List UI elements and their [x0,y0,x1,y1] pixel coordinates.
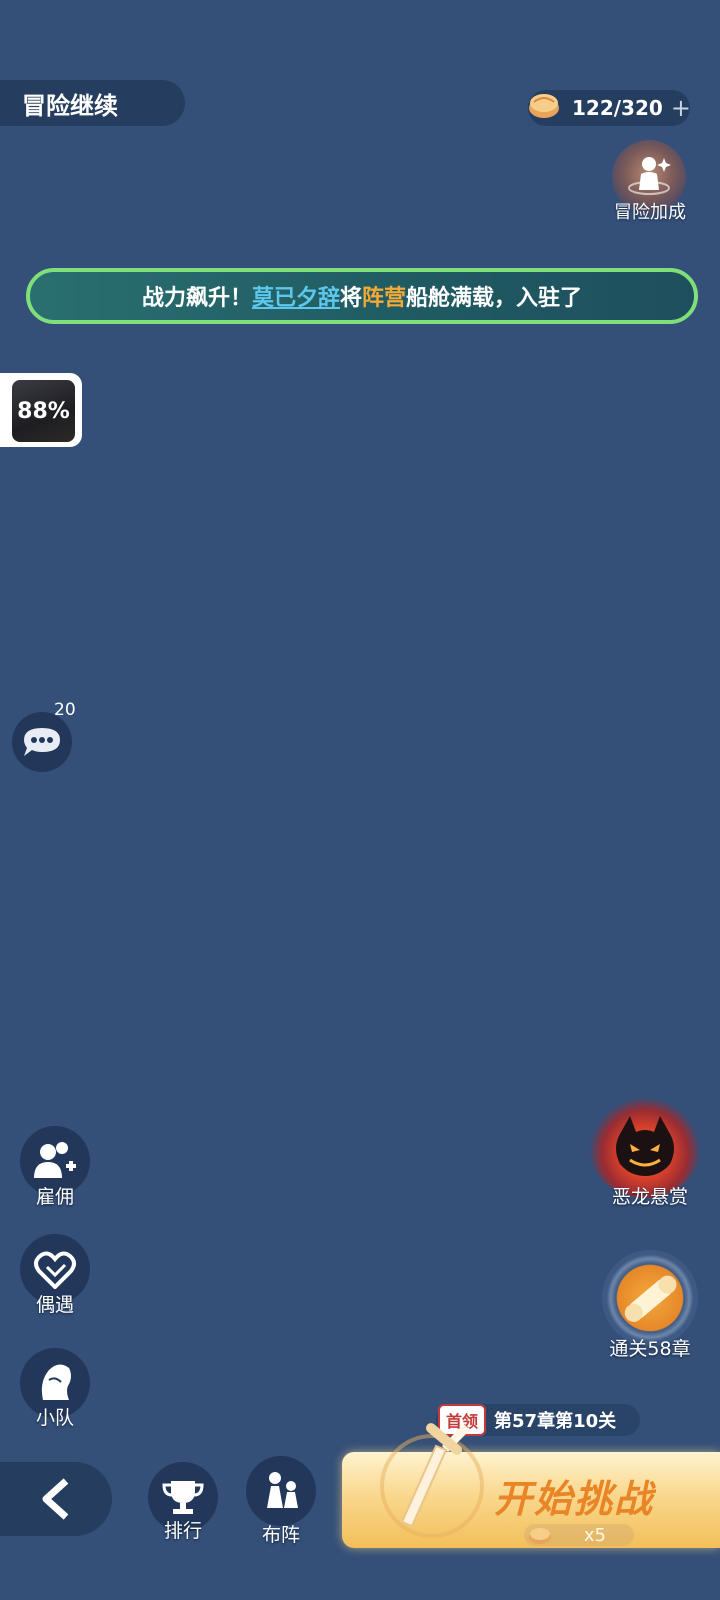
formation-label: 布阵 [261,1524,300,1546]
chat-unread-count: 20 [54,700,76,720]
chat-button[interactable] [12,712,72,772]
chat-bubble-icon [24,728,60,756]
progress-thumbnail[interactable]: 88% [12,380,75,442]
challenge-cost: x5 [524,1524,634,1546]
banner-mid: 将 [339,286,362,311]
chapter-reward-button[interactable] [602,1250,698,1346]
banner-player-name[interactable]: 莫已夕辞 [252,280,340,312]
trophy-icon [162,1481,204,1514]
stamina-counter[interactable]: 122/320 + [528,90,691,126]
scroll-icon [624,1275,677,1322]
progress-percent: 88% [17,398,70,424]
start-challenge-label: 开始挑战 [494,1477,655,1521]
character-head-icon [41,1364,71,1400]
page-title: 冒险继续 [0,80,185,126]
chess-pieces-icon [267,1472,298,1508]
stamina-add-icon[interactable]: + [671,94,691,122]
bread-icon [529,94,559,118]
sword-icon [380,1423,484,1538]
stage-name: 第57章第10关 [494,1411,617,1432]
formation-button[interactable] [246,1456,316,1526]
challenge-cost-value: x5 [583,1524,606,1546]
team-label: 小队 [35,1407,74,1429]
heart-handshake-icon [34,1251,76,1289]
back-button[interactable] [0,1462,112,1536]
stamina-value: 122/320 [572,96,663,120]
chapter-reward-label: 通关58章 [609,1338,691,1360]
page-title-text: 冒险继续 [22,91,118,120]
hire-label: 雇佣 [35,1186,74,1208]
chevron-left-icon [42,1478,69,1520]
rank-label: 排行 [163,1520,202,1542]
dragon-bounty-label: 恶龙悬赏 [611,1186,688,1208]
banner-camp: 阵营 [362,286,407,311]
bread-icon [529,1528,551,1544]
adventure-bonus-label: 冒险加成 [614,202,686,223]
announcement-banner: 战力飙升！ 莫已夕辞 将 阵营 船舱满载，入驻了 [26,268,698,324]
banner-prefix: 战力飙升！ [141,286,252,311]
add-user-icon [34,1142,76,1178]
encounter-label: 偶遇 [35,1294,74,1316]
banner-suffix: 船舱满载，入驻了 [406,286,583,311]
